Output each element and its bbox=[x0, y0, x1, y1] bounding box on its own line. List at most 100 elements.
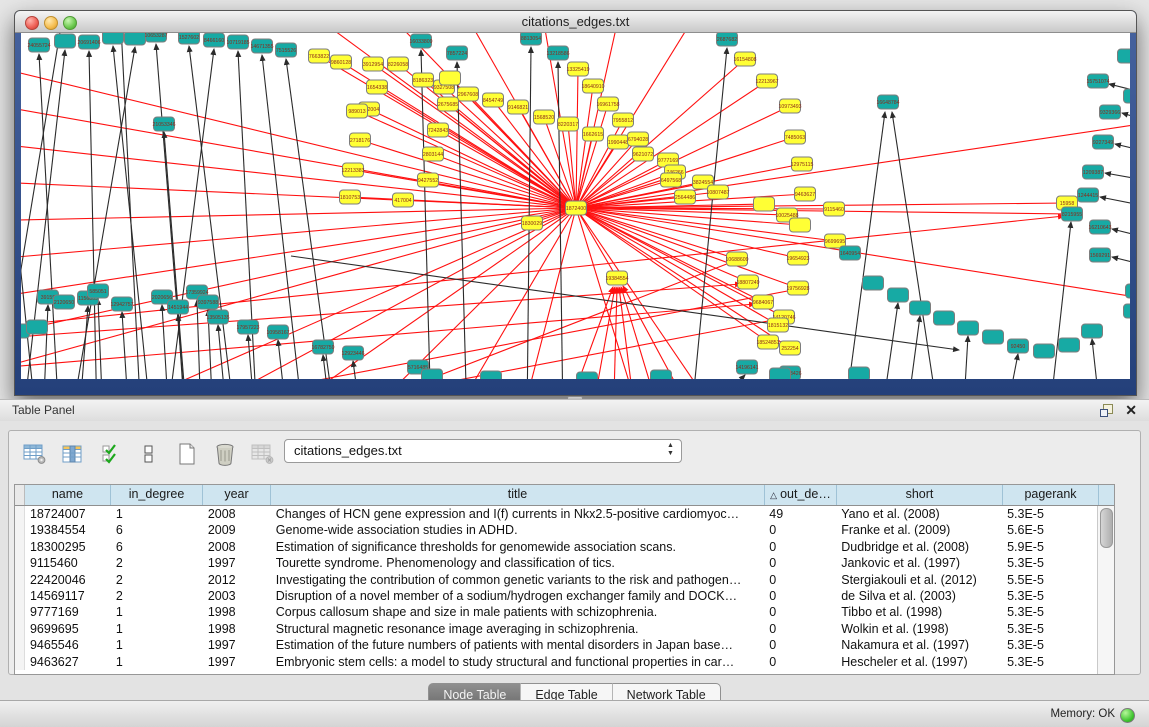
graph-node[interactable]: 8813054 bbox=[521, 33, 542, 45]
graph-node[interactable]: 12942757 bbox=[110, 297, 133, 311]
graph-node[interactable]: 16154808 bbox=[733, 52, 756, 66]
graph-node[interactable] bbox=[55, 34, 76, 48]
table-row[interactable]: 1938455462009Genome-wide association stu… bbox=[15, 522, 1098, 538]
graph-node[interactable]: 13218586 bbox=[546, 46, 569, 60]
graph-node[interactable]: 12213967 bbox=[755, 74, 778, 88]
graph-node[interactable] bbox=[1124, 304, 1131, 318]
graph-node[interactable]: 8454749 bbox=[483, 93, 504, 107]
table-row[interactable]: 2242004622012Investigating the contribut… bbox=[15, 572, 1098, 588]
graph-node[interactable]: 9397588 bbox=[198, 295, 219, 309]
graph-node[interactable]: 6497568 bbox=[661, 173, 682, 187]
graph-node[interactable]: 92450 bbox=[1008, 339, 1029, 353]
graph-edge[interactable] bbox=[218, 325, 227, 379]
graph-node[interactable]: 19384554 bbox=[605, 271, 628, 285]
column-header-out-de-[interactable]: △out_de… bbox=[765, 485, 837, 505]
graph-edge[interactable] bbox=[576, 33, 701, 208]
graph-edge[interactable] bbox=[121, 33, 141, 379]
column-header-name[interactable]: name bbox=[25, 485, 111, 505]
graph-node[interactable] bbox=[863, 276, 884, 290]
graph-edge[interactable] bbox=[89, 51, 97, 379]
table-row[interactable]: 1456911722003Disruption of a novel membe… bbox=[15, 588, 1098, 604]
graph-node[interactable] bbox=[770, 368, 791, 379]
graph-node[interactable]: 1569291 bbox=[1090, 248, 1111, 262]
row-height-icon[interactable] bbox=[133, 439, 165, 469]
graph-node[interactable]: 1568520 bbox=[534, 110, 555, 124]
graph-node[interactable]: 8226058 bbox=[388, 57, 409, 71]
graph-node[interactable]: 14671355 bbox=[250, 39, 273, 53]
graph-edge[interactable] bbox=[353, 361, 361, 379]
graph-edge[interactable] bbox=[1112, 229, 1130, 241]
graph-edge[interactable] bbox=[892, 112, 939, 379]
graph-edge[interactable] bbox=[21, 181, 576, 208]
graph-node[interactable]: 1830029 bbox=[522, 216, 543, 230]
graph-edge[interactable] bbox=[357, 111, 576, 208]
graph-node[interactable]: 7955812 bbox=[613, 113, 634, 127]
graph-node[interactable]: 2803144 bbox=[423, 147, 444, 161]
graph-edge[interactable] bbox=[527, 47, 531, 379]
graph-node[interactable]: 1209387 bbox=[1083, 165, 1104, 179]
graph-node[interactable] bbox=[651, 370, 672, 379]
graph-node[interactable]: 9329366 bbox=[1100, 105, 1121, 119]
graph-node[interactable]: 12975115 bbox=[791, 157, 814, 171]
table-row[interactable]: 911546021997Tourette syndrome. Phenomeno… bbox=[15, 555, 1098, 571]
table-row[interactable]: 946554611997Estimation of the future num… bbox=[15, 637, 1098, 653]
clear-table-icon[interactable] bbox=[247, 439, 279, 469]
graph-node[interactable]: 1815132 bbox=[768, 318, 789, 332]
graph-node[interactable]: 1990448 bbox=[608, 135, 629, 149]
graph-node[interactable]: 8220317 bbox=[558, 117, 579, 131]
graph-edge[interactable] bbox=[156, 44, 186, 379]
graph-edge[interactable] bbox=[963, 336, 968, 379]
window-titlebar[interactable]: citations_edges.txt bbox=[15, 11, 1136, 33]
graph-node[interactable]: 10688609 bbox=[725, 252, 748, 266]
graph-edge[interactable] bbox=[278, 340, 287, 379]
table-row[interactable]: 1872400712008Changes of HCN gene express… bbox=[15, 506, 1098, 522]
graph-node[interactable] bbox=[888, 288, 909, 302]
graph-node[interactable]: 18807249 bbox=[736, 275, 759, 289]
graph-edge[interactable] bbox=[1112, 257, 1130, 269]
graph-node[interactable]: 8215955 bbox=[1062, 207, 1083, 221]
graph-edge[interactable] bbox=[43, 305, 48, 379]
graph-node[interactable]: 19654923 bbox=[786, 251, 809, 265]
graph-node[interactable]: 8466160 bbox=[204, 33, 225, 47]
graph-node[interactable]: 16961758 bbox=[596, 97, 619, 111]
select-rows-icon[interactable] bbox=[95, 439, 127, 469]
graph-edge[interactable] bbox=[619, 287, 637, 379]
column-header-pagerank[interactable]: pagerank bbox=[1003, 485, 1099, 505]
graph-node[interactable]: 10807487 bbox=[706, 185, 729, 199]
graph-node[interactable]: 6794028 bbox=[628, 132, 649, 146]
graph-edge[interactable] bbox=[162, 305, 169, 379]
graph-edge[interactable] bbox=[1115, 144, 1130, 155]
graph-node[interactable] bbox=[934, 311, 955, 325]
graph-edge[interactable] bbox=[576, 208, 798, 258]
select-column-icon[interactable] bbox=[57, 439, 89, 469]
table-options-icon[interactable] bbox=[19, 439, 51, 469]
graph-node[interactable] bbox=[790, 218, 811, 232]
graph-edge[interactable] bbox=[21, 304, 755, 371]
table-row[interactable]: 1830029562008Estimation of significance … bbox=[15, 539, 1098, 555]
delete-table-icon[interactable] bbox=[209, 439, 241, 469]
graph-node[interactable]: 13505135 bbox=[206, 310, 229, 324]
graph-node[interactable]: 2967608 bbox=[458, 87, 479, 101]
graph-edge[interactable] bbox=[189, 46, 233, 379]
graph-node[interactable]: 7485063 bbox=[785, 130, 806, 144]
table-row[interactable]: 969969511998Structural magnetic resonanc… bbox=[15, 621, 1098, 637]
graph-node[interactable] bbox=[103, 33, 124, 44]
graph-node[interactable]: 18524851 bbox=[756, 335, 779, 349]
graph-node[interactable]: 2564486 bbox=[675, 190, 696, 204]
graph-node[interactable]: 16210643 bbox=[1088, 220, 1111, 234]
graph-node[interactable]: 12923446 bbox=[341, 346, 364, 360]
column-header-title[interactable]: title bbox=[271, 485, 765, 505]
column-header-short[interactable]: short bbox=[837, 485, 1003, 505]
graph-node[interactable]: 1654338 bbox=[367, 80, 388, 94]
graph-node[interactable]: 1451944 bbox=[168, 300, 189, 314]
graph-node[interactable]: 2687682 bbox=[717, 33, 738, 46]
graph-node[interactable]: 21053346 bbox=[152, 117, 175, 131]
close-panel-icon[interactable]: ✕ bbox=[1125, 402, 1137, 419]
graph-node[interactable]: 10653287 bbox=[144, 33, 167, 42]
graph-edge[interactable] bbox=[621, 287, 663, 379]
column-header-in-degree[interactable]: in_degree bbox=[111, 485, 203, 505]
graph-edge[interactable] bbox=[21, 208, 576, 221]
graph-node[interactable]: 2675685 bbox=[438, 97, 459, 111]
graph-node[interactable] bbox=[1126, 284, 1131, 298]
graph-edge[interactable] bbox=[576, 69, 578, 208]
